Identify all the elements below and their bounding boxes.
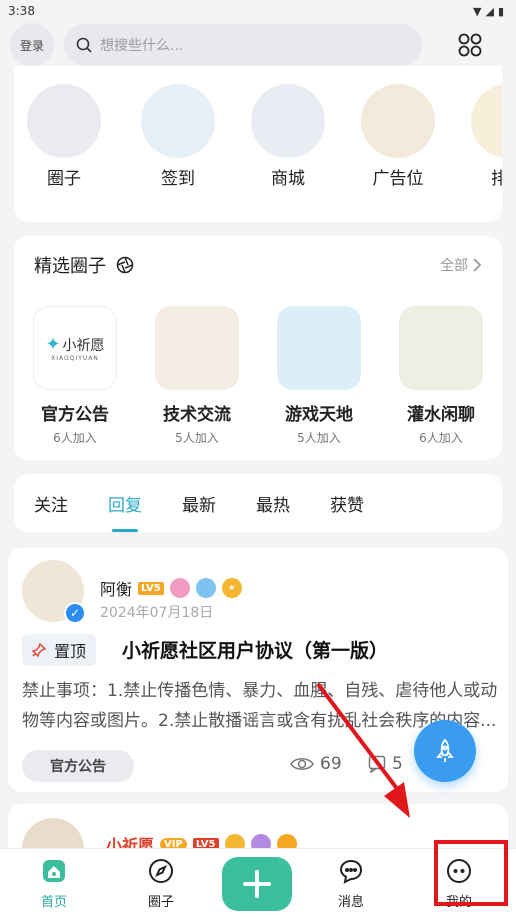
see-all-link[interactable]: 全部 xyxy=(440,255,482,275)
checkin-avatar xyxy=(141,84,215,158)
tab-liked[interactable]: 获赞 xyxy=(330,491,364,516)
nav-messages[interactable]: 消息 xyxy=(316,857,386,910)
search-icon xyxy=(76,37,92,53)
pinned-label: 置顶 xyxy=(54,642,87,661)
ads-avatar xyxy=(361,84,435,158)
circle-name: 灌水闲聊 xyxy=(407,405,475,425)
circle-chat[interactable]: 灌水闲聊 6人加入 xyxy=(386,306,496,446)
view-count-value: 69 xyxy=(320,754,342,774)
tech-circle-image xyxy=(155,306,239,390)
nav-label: 圈子 xyxy=(147,895,174,910)
post-title[interactable]: 小祈愿社区用户协议（第一版） xyxy=(122,636,388,663)
comment-count[interactable]: 5 xyxy=(368,754,403,774)
pink-badge-icon xyxy=(169,578,190,598)
quick-nav-checkin[interactable]: 签到 xyxy=(138,84,218,189)
official-logo: ✦ 小祈愿 XIAOQIYUAN xyxy=(33,306,117,390)
login-button[interactable]: 登录 xyxy=(10,23,54,67)
plus-icon xyxy=(243,870,271,898)
circle-name: 游戏天地 xyxy=(285,405,353,425)
compass-icon xyxy=(147,857,175,885)
post-author[interactable]: 阿衡 LV5 ★ xyxy=(100,576,242,600)
post-date: 2024年07月18日 xyxy=(100,605,214,621)
view-count: 69 xyxy=(290,754,342,774)
tab-following[interactable]: 关注 xyxy=(34,491,68,516)
search-input[interactable]: 想搜些什么... xyxy=(64,24,422,66)
nav-circles[interactable]: 圈子 xyxy=(126,857,196,910)
nav-home[interactable]: 首页 xyxy=(19,857,89,910)
tab-latest[interactable]: 最新 xyxy=(182,491,216,516)
quick-nav-ranking[interactable]: 排行 xyxy=(468,84,502,189)
aperture-icon xyxy=(116,256,134,274)
grid-icon xyxy=(458,33,482,57)
rocket-fab-button[interactable] xyxy=(414,720,476,782)
circle-official[interactable]: ✦ 小祈愿 XIAOQIYUAN 官方公告 6人加入 xyxy=(20,306,130,446)
search-placeholder: 想搜些什么... xyxy=(100,38,184,54)
quick-nav-card: 圈子 签到 商城 广告位 排行 xyxy=(14,66,502,222)
post-circle-tag[interactable]: 官方公告 xyxy=(22,750,134,782)
chevron-right-icon xyxy=(473,258,482,272)
quick-nav-ads[interactable]: 广告位 xyxy=(358,84,438,189)
top-header: 登录 想搜些什么... xyxy=(0,22,516,68)
quick-nav-label: 排行 xyxy=(491,169,502,189)
author-name: 阿衡 xyxy=(100,580,133,599)
annotation-highlight-box xyxy=(434,840,508,906)
section-title: 精选圈子 xyxy=(34,256,106,277)
blue-badge-icon xyxy=(195,578,216,598)
tab-replies[interactable]: 回复 xyxy=(108,491,142,532)
chat-bubble-icon xyxy=(337,857,365,885)
apps-grid-button[interactable] xyxy=(456,31,484,59)
games-circle-image xyxy=(277,306,361,390)
pinned-badge: 置顶 xyxy=(22,634,97,666)
comment-count-value: 5 xyxy=(392,754,403,774)
create-post-button[interactable] xyxy=(222,857,292,911)
circle-name: 技术交流 xyxy=(163,405,231,425)
signal-icon: ◢ xyxy=(485,4,494,18)
circle-name: 官方公告 xyxy=(41,405,109,425)
quick-nav-label: 商城 xyxy=(271,169,305,189)
status-bar: 3:38 ▼ ◢ ▮ xyxy=(0,0,516,22)
vip-badge-icon: ★ xyxy=(221,578,242,598)
nav-label: 首页 xyxy=(40,895,67,910)
sparkle-icon: ✦ xyxy=(45,334,61,355)
rocket-icon xyxy=(436,738,454,762)
official-logo-text: 小祈愿 xyxy=(62,337,105,354)
circle-member-count: 6人加入 xyxy=(53,431,97,445)
tab-hottest[interactable]: 最热 xyxy=(256,491,290,516)
circle-member-count: 5人加入 xyxy=(175,431,219,445)
ranking-avatar xyxy=(471,84,502,158)
featured-circles-header: 精选圈子 全部 xyxy=(34,252,482,278)
home-icon xyxy=(40,857,68,885)
circles-avatar xyxy=(27,84,101,158)
featured-circles-card: 精选圈子 全部 ✦ 小祈愿 XIAOQIYUAN 官方公告 6人加入 技术交流 5… xyxy=(14,236,502,460)
official-logo-subtext: XIAOQIYUAN xyxy=(51,355,99,362)
level-badge: LV5 xyxy=(138,581,164,595)
eye-icon xyxy=(290,758,314,770)
quick-nav-label: 签到 xyxy=(161,169,195,189)
see-all-label: 全部 xyxy=(440,258,468,274)
comment-icon xyxy=(368,755,386,773)
pin-icon xyxy=(32,643,46,657)
circle-member-count: 6人加入 xyxy=(419,431,463,445)
battery-icon: ▮ xyxy=(497,4,504,18)
quick-nav-label: 圈子 xyxy=(47,169,81,189)
featured-circles-title: 精选圈子 xyxy=(34,252,134,278)
status-time: 3:38 xyxy=(8,4,35,18)
status-icons: ▼ ◢ ▮ xyxy=(473,5,504,18)
wifi-icon: ▼ xyxy=(473,4,482,18)
quick-nav-shop[interactable]: 商城 xyxy=(248,84,328,189)
circle-games[interactable]: 游戏天地 5人加入 xyxy=(264,306,374,446)
quick-nav-label: 广告位 xyxy=(372,169,424,189)
chat-circle-image xyxy=(399,306,483,390)
quick-nav-circles[interactable]: 圈子 xyxy=(24,84,104,189)
circle-member-count: 5人加入 xyxy=(297,431,341,445)
shop-avatar xyxy=(251,84,325,158)
circle-tech[interactable]: 技术交流 5人加入 xyxy=(142,306,252,446)
nav-label: 消息 xyxy=(337,895,364,910)
verified-icon: ✓ xyxy=(64,602,86,624)
feed-tabs: 关注 回复 最新 最热 获赞 xyxy=(14,474,502,532)
